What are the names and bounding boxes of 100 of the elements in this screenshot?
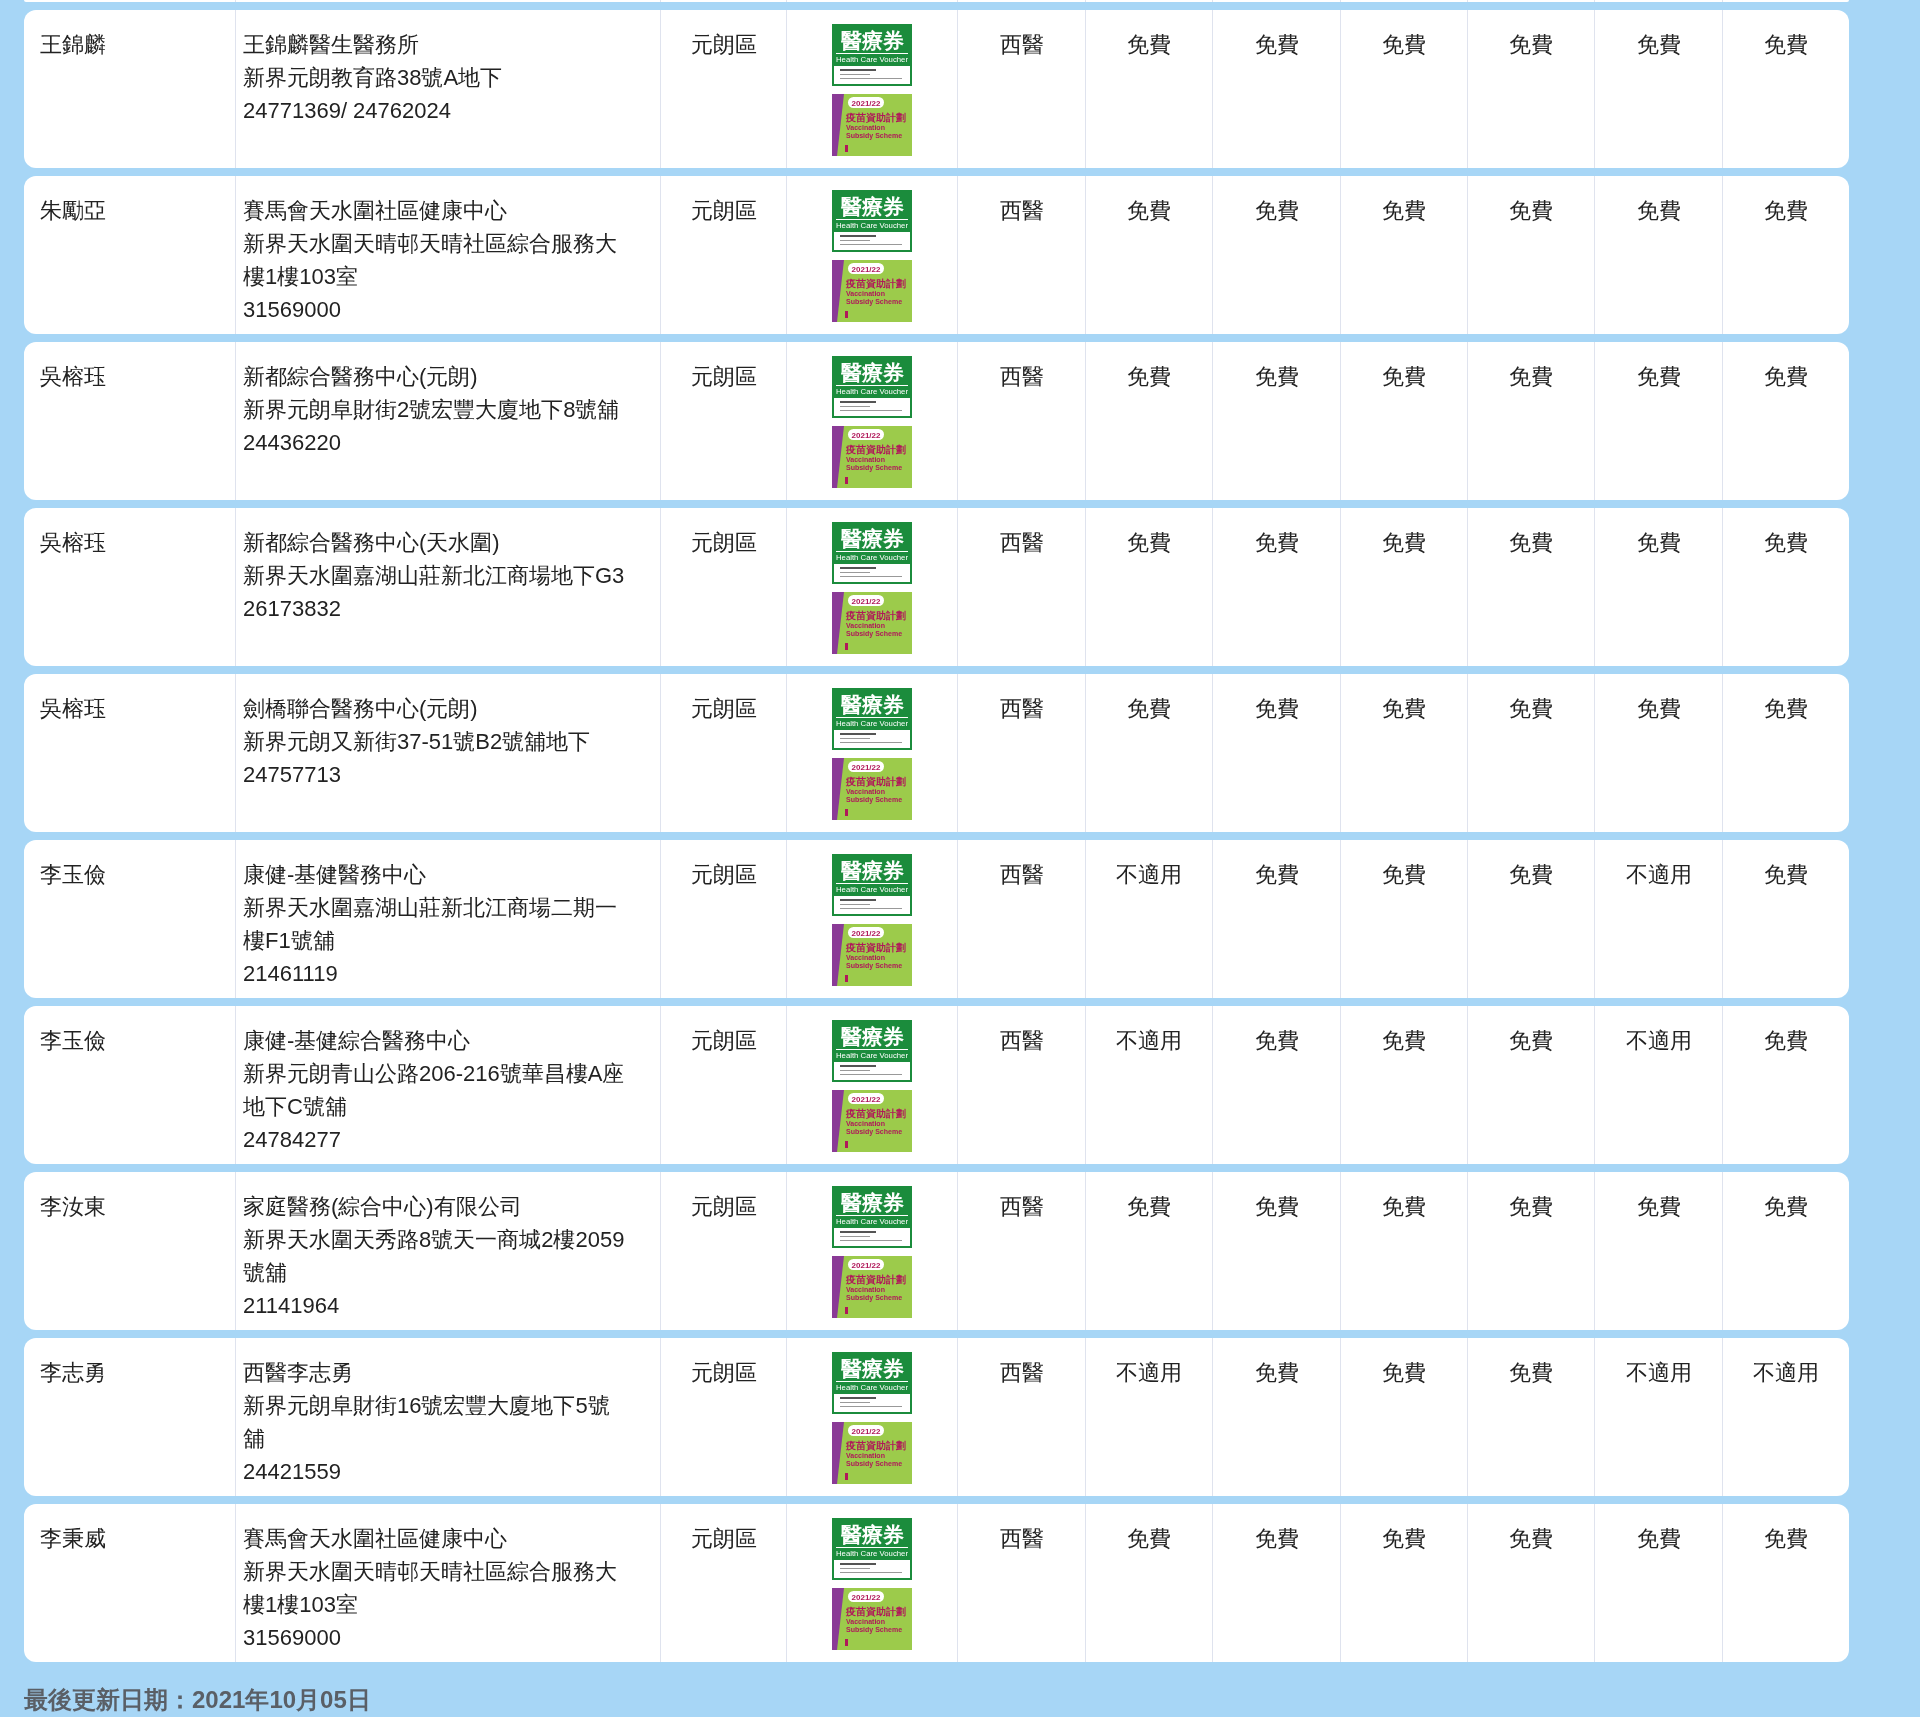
fee-text: 免費 <box>1127 363 1171 391</box>
fee-text: 免費 <box>1636 31 1681 59</box>
fee-text: 免費 <box>1509 861 1553 889</box>
fee-text: 免費 <box>1382 197 1426 225</box>
fee-text: 免費 <box>1509 529 1553 557</box>
voucher-logo: 醫療券 Health Care Voucher <box>832 854 912 916</box>
practice-type-text: 西醫 <box>999 1027 1044 1055</box>
clinic-address: 新界天水圍天晴邨天晴社區綜合服務大樓1樓103室 <box>243 1558 618 1619</box>
district-text: 元朗區 <box>690 1525 757 1553</box>
fee-text: 免費 <box>1127 529 1171 557</box>
clinic-phone: 31569000 <box>243 296 342 324</box>
fee-text: 免費 <box>1509 1359 1553 1387</box>
district-text: 元朗區 <box>690 695 757 723</box>
fee-text: 免費 <box>1254 1359 1299 1387</box>
fee-text: 不適用 <box>1116 1027 1182 1055</box>
clinic-address: 新界天水圍天秀路8號天一商城2樓2059號舖 <box>243 1226 626 1287</box>
clinic-address: 新界元朗又新街37-51號B2號舖地下 <box>243 728 592 756</box>
fee-text: 不適用 <box>1625 1359 1692 1387</box>
fee-text: 免費 <box>1127 1525 1171 1553</box>
fee-text: 免費 <box>1127 695 1171 723</box>
fee-text: 不適用 <box>1625 1027 1692 1055</box>
fee-text: 免費 <box>1382 1525 1426 1553</box>
clinic-phone: 24757713 <box>243 761 342 789</box>
fee-text: 不適用 <box>1116 1359 1182 1387</box>
doctor-name: 李玉儉 <box>40 1028 106 1053</box>
fee-text: 免費 <box>1764 31 1808 59</box>
fee-text: 免費 <box>1636 363 1681 391</box>
clinic-address: 新界元朗青山公路206-216號華昌樓A座地下C號舖 <box>243 1060 626 1121</box>
practice-type-text: 西醫 <box>999 363 1044 391</box>
doctor-name: 李秉威 <box>40 1526 106 1551</box>
clinic-name: 西醫李志勇 <box>243 1359 354 1387</box>
practice-type-text: 西醫 <box>999 1193 1044 1221</box>
fee-text: 免費 <box>1254 1027 1299 1055</box>
clinic-phone: 24771369/ 24762024 <box>243 97 452 125</box>
fee-text: 免費 <box>1764 1193 1808 1221</box>
fee-text: 免費 <box>1764 861 1808 889</box>
last-updated-text: 最後更新日期：2021年10月05日 <box>24 1685 372 1715</box>
practice-type-text: 西醫 <box>999 695 1044 723</box>
practice-type-text: 西醫 <box>999 861 1044 889</box>
district-text: 元朗區 <box>690 1359 757 1387</box>
fee-text: 免費 <box>1382 861 1426 889</box>
fee-text: 免費 <box>1509 197 1553 225</box>
fee-text: 免費 <box>1509 695 1553 723</box>
practice-type-text: 西醫 <box>999 1359 1044 1387</box>
clinic-name: 新都綜合醫務中心(天水圍) <box>243 529 501 557</box>
fee-text: 免費 <box>1764 1027 1808 1055</box>
clinic-name: 家庭醫務(綜合中心)有限公司 <box>243 1193 523 1221</box>
district-text: 元朗區 <box>690 1193 757 1221</box>
doctor-name: 吳榕珏 <box>40 530 106 555</box>
clinic-address: 新界元朗阜財街16號宏豐大廈地下5號舖 <box>243 1392 611 1453</box>
voucher-logo: 醫療券 Health Care Voucher <box>832 1518 912 1580</box>
clinic-address: 新界天水圍嘉湖山莊新北江商場地下G3 <box>243 562 626 590</box>
fee-text: 免費 <box>1509 1027 1553 1055</box>
fee-text: 免費 <box>1764 695 1808 723</box>
fee-text: 免費 <box>1254 529 1299 557</box>
district-text: 元朗區 <box>690 31 757 59</box>
fee-text: 免費 <box>1254 1525 1299 1553</box>
fee-text: 免費 <box>1382 695 1426 723</box>
doctor-name: 李志勇 <box>40 1360 106 1385</box>
clinic-phone: 24421559 <box>243 1458 342 1486</box>
district-text: 元朗區 <box>690 363 757 391</box>
fee-text: 免費 <box>1509 31 1553 59</box>
fee-text: 免費 <box>1636 197 1681 225</box>
practice-type-text: 西醫 <box>999 197 1044 225</box>
fee-text: 不適用 <box>1116 861 1182 889</box>
clinic-phone: 24436220 <box>243 429 342 457</box>
voucher-logo: 醫療券 Health Care Voucher <box>832 1186 912 1248</box>
fee-text: 免費 <box>1764 1525 1808 1553</box>
clinic-phone: 26173832 <box>243 595 342 623</box>
fee-text: 免費 <box>1127 1193 1171 1221</box>
fee-text: 免費 <box>1509 1525 1553 1553</box>
voucher-logo: 醫療券 Health Care Voucher <box>832 356 912 418</box>
clinic-name: 新都綜合醫務中心(元朗) <box>243 363 479 391</box>
fee-text: 免費 <box>1254 31 1299 59</box>
fee-text: 免費 <box>1764 197 1808 225</box>
clinic-address: 新界天水圍嘉湖山莊新北江商場二期一樓F1號舖 <box>243 894 618 955</box>
clinic-name: 劍橋聯合醫務中心(元朗) <box>243 695 479 723</box>
fee-text: 免費 <box>1636 529 1681 557</box>
clinic-name: 康健-基健醫務中心 <box>243 861 428 889</box>
doctor-name: 吳榕珏 <box>40 696 106 721</box>
clinic-phone: 31569000 <box>243 1624 342 1652</box>
fee-text: 免費 <box>1254 197 1299 225</box>
clinic-address: 新界元朗阜財街2號宏豐大廈地下8號舖 <box>243 396 621 424</box>
clinic-address: 新界天水圍天晴邨天晴社區綜合服務大樓1樓103室 <box>243 230 618 291</box>
fee-text: 免費 <box>1636 1525 1681 1553</box>
clinic-name: 王錦麟醫生醫務所 <box>243 31 420 59</box>
fee-text: 免費 <box>1764 363 1808 391</box>
clinic-name: 賽馬會天水圍社區健康中心 <box>243 197 508 225</box>
fee-text: 免費 <box>1254 861 1299 889</box>
clinic-phone: 21141964 <box>243 1292 341 1320</box>
fee-text: 免費 <box>1636 695 1681 723</box>
fee-text: 不適用 <box>1753 1359 1819 1387</box>
fee-text: 免費 <box>1254 1193 1299 1221</box>
doctor-name: 吳榕珏 <box>40 364 106 389</box>
practice-type-text: 西醫 <box>999 1525 1044 1553</box>
practice-type-text: 西醫 <box>999 529 1044 557</box>
district-text: 元朗區 <box>690 861 757 889</box>
fee-text: 免費 <box>1382 529 1426 557</box>
district-text: 元朗區 <box>690 1027 757 1055</box>
voucher-logo: 醫療券 Health Care Voucher <box>832 688 912 750</box>
